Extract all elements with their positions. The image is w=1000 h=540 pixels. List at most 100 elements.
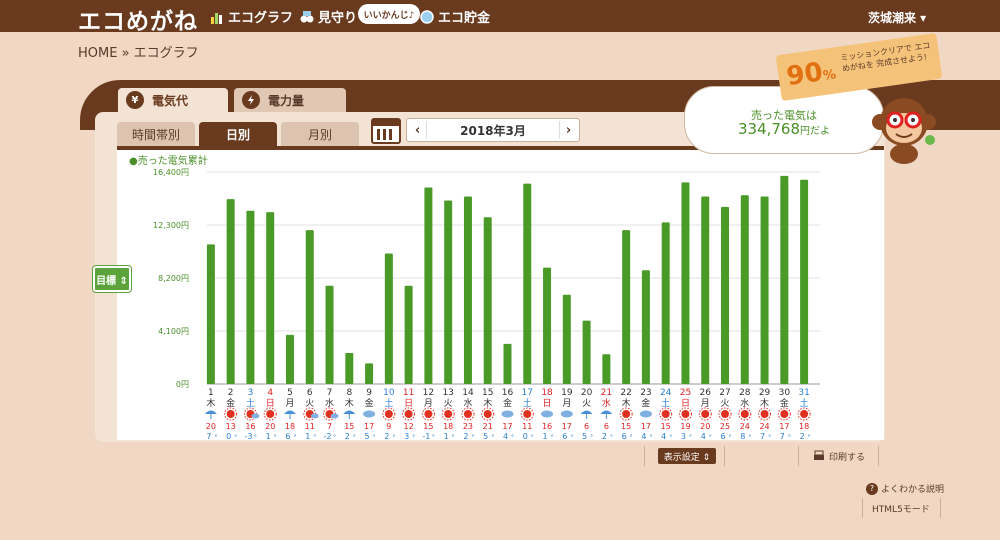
display-settings-button[interactable]: 表示設定 ⇕ — [658, 448, 716, 464]
temp-high: 17 — [641, 422, 651, 431]
next-month-button[interactable]: › — [559, 121, 577, 139]
x-tick-day: 7 — [327, 388, 333, 398]
divider — [878, 446, 879, 466]
x-tick-day: 30 — [779, 388, 791, 398]
tab-daily[interactable]: 日別 — [199, 122, 277, 146]
bar — [226, 199, 235, 384]
coin-icon — [420, 9, 434, 24]
sun-icon — [661, 410, 670, 418]
x-tick-day: 2 — [228, 388, 234, 398]
x-tick-day: 3 — [248, 388, 254, 398]
html5-mode-link[interactable]: HTML5モード — [872, 502, 930, 515]
temp-high: 11 — [522, 422, 532, 431]
help-link[interactable]: ? よくわかる説明 — [866, 482, 944, 495]
sold-amount: 334,768 — [737, 120, 801, 138]
x-tick-weekday: 火 — [444, 398, 453, 409]
print-button[interactable]: 印刷する — [810, 448, 868, 464]
x-tick-day: 20 — [581, 388, 593, 398]
x-tick-weekday: 木 — [345, 397, 354, 409]
x-tick-day: 5 — [287, 388, 293, 398]
degree-mark: ° — [373, 434, 376, 440]
y-tick-label: 12,300円 — [153, 221, 189, 230]
tab-label: 電力量 — [268, 93, 305, 108]
temp-high: 11 — [305, 422, 315, 431]
calendar-icon[interactable] — [371, 118, 401, 144]
tab-monthly[interactable]: 月別 — [281, 122, 359, 146]
nav-label: エコ貯金 — [438, 11, 491, 26]
temp-low: 3 — [404, 432, 409, 440]
chart-legend: ●売った電気累計 — [129, 156, 208, 167]
bar — [543, 267, 552, 384]
nav-eco-graph[interactable]: エコグラフ — [210, 7, 293, 26]
x-tick-day: 23 — [640, 388, 651, 398]
x-tick-day: 28 — [739, 388, 751, 398]
x-tick-weekday: 金 — [780, 397, 789, 409]
sun-icon — [523, 410, 532, 418]
degree-mark: ° — [412, 434, 415, 440]
bar — [760, 196, 769, 384]
x-tick-weekday: 金 — [503, 397, 512, 409]
bar — [800, 179, 809, 384]
x-tick-weekday: 金 — [226, 397, 235, 409]
degree-mark: ° — [689, 434, 692, 440]
sun-icon — [483, 410, 492, 418]
cloud-icon — [330, 413, 339, 419]
temp-low: 7 — [780, 432, 785, 440]
sun-icon — [463, 410, 472, 418]
temp-low: 1 — [305, 432, 310, 440]
temp-high: 15 — [344, 422, 354, 431]
y-tick-label: 0円 — [176, 380, 189, 389]
temp-low: 4 — [641, 432, 646, 440]
temp-low: 3 — [681, 432, 686, 440]
nav-label: エコグラフ — [228, 11, 294, 26]
temp-low: 5 — [483, 432, 488, 440]
user-menu[interactable]: 茨城潮来 ▾ — [868, 9, 926, 26]
degree-mark: ° — [630, 434, 633, 440]
sun-icon — [760, 410, 769, 418]
temp-high: 17 — [364, 422, 374, 431]
nav-eco-savings[interactable]: エコ貯金 — [420, 7, 490, 26]
prev-month-button[interactable]: ‹ — [409, 121, 427, 139]
bar — [780, 175, 789, 384]
x-tick-day: 16 — [502, 388, 514, 398]
breadcrumb: HOME » エコグラフ — [78, 46, 199, 61]
tab-electricity-amount[interactable]: 電力量 — [234, 88, 346, 112]
sun-icon — [780, 410, 789, 418]
cloud-icon — [501, 410, 514, 418]
cloud-icon — [541, 410, 554, 418]
temp-high: 20 — [700, 422, 710, 431]
sun-icon — [701, 410, 710, 418]
bar — [503, 343, 512, 384]
target-toggle-button[interactable]: 目標 ⇕ — [93, 266, 131, 292]
nav-watch[interactable]: 見守り — [300, 7, 357, 26]
divider — [798, 446, 799, 466]
bar — [602, 354, 611, 384]
print-label: 印刷する — [828, 452, 865, 463]
temp-high: 20 — [206, 422, 216, 431]
divider — [724, 446, 725, 466]
x-tick-weekday: 土 — [661, 397, 670, 409]
status-bubble: いいかんじ♪ — [358, 4, 420, 24]
temp-low: 0 — [523, 432, 528, 440]
temp-high: 25 — [720, 422, 730, 431]
bar — [622, 230, 631, 384]
umbrella-icon — [204, 410, 217, 414]
x-tick-day: 9 — [366, 388, 372, 398]
x-tick-day: 27 — [719, 388, 730, 398]
cloud-icon — [310, 413, 319, 419]
x-tick-day: 10 — [383, 388, 395, 398]
sun-icon — [384, 410, 393, 418]
temp-high: 6 — [604, 422, 609, 431]
mission-message: ミッションクリアで エコめがねを 完成させよう! — [839, 40, 931, 74]
cloud-icon — [363, 410, 376, 418]
x-tick-weekday: 水 — [463, 397, 472, 409]
logo[interactable]: エコめがね — [78, 2, 198, 36]
temp-high: 20 — [265, 422, 275, 431]
degree-mark: ° — [432, 434, 435, 440]
cloud-icon — [251, 413, 260, 419]
divider — [644, 446, 645, 466]
tab-electricity-cost[interactable]: ¥ 電気代 — [118, 88, 228, 112]
x-tick-weekday: 月 — [562, 398, 571, 409]
tab-hourly[interactable]: 時間帯別 — [117, 122, 195, 146]
bar-chart-icon — [211, 12, 222, 24]
